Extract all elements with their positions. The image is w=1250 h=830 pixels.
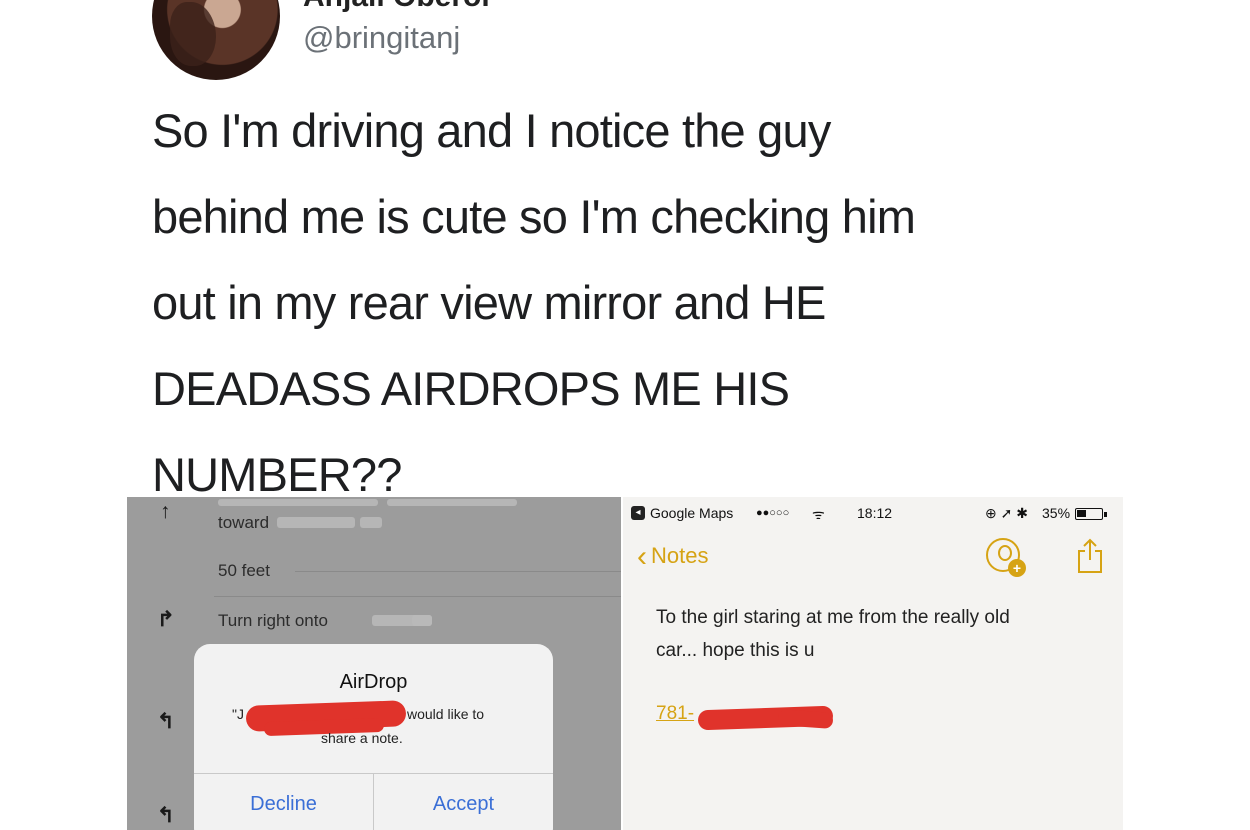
note-body[interactable]: To the girl staring at me from the reall… (656, 601, 1106, 667)
phone-number-link[interactable]: 781- (656, 703, 694, 725)
display-name[interactable]: Anjali Oberoi (303, 0, 490, 14)
location-icon: ⊕ ➚ ✱ (985, 505, 1028, 521)
share-icon[interactable] (1076, 538, 1104, 574)
arrow-up-icon: ↑ (160, 500, 171, 523)
airdrop-message-end: share a note. (321, 730, 403, 746)
turn-left-icon: ↰ (157, 710, 175, 733)
tweet-line: So I'm driving and I notice the guy (152, 104, 831, 157)
tweet-line: out in my rear view mirror and HE (152, 276, 826, 329)
divider (214, 596, 621, 597)
tweet-line: DEADASS AIRDROPS ME HIS (152, 362, 790, 415)
status-time: 18:12 (857, 505, 893, 521)
status-back-app[interactable]: Google Maps (650, 505, 733, 521)
back-button[interactable]: ‹ Notes (637, 540, 708, 574)
chevron-left-icon: ‹ (637, 540, 647, 573)
maps-screenshot: ↑ toward 50 feet ↱ Turn right onto ↰ ↰ A… (127, 497, 621, 830)
back-label: Notes (651, 543, 709, 568)
airdrop-title: AirDrop (339, 671, 408, 693)
blurred-text (387, 499, 517, 506)
tweet-line: behind me is cute so I'm checking him (152, 190, 916, 243)
back-to-app-icon[interactable]: ◂ (631, 506, 645, 520)
blurred-text (360, 517, 382, 528)
turn-left-icon: ↰ (157, 804, 175, 827)
nav-row-text: toward (218, 513, 270, 532)
signal-icon: ●●○○○ (756, 507, 790, 519)
battery-percent: 35% (1042, 505, 1071, 521)
tweet-text: So I'm driving and I notice the guy behi… (152, 88, 1152, 518)
blurred-text (412, 615, 432, 626)
blurred-text (277, 517, 355, 528)
note-line: car... hope this is u (656, 640, 815, 661)
battery-icon (1075, 508, 1107, 520)
blurred-text (218, 499, 378, 506)
accept-button[interactable]: Accept (374, 793, 553, 816)
wifi-icon: ᯤ (812, 506, 825, 522)
decline-button[interactable]: Decline (194, 793, 373, 816)
airdrop-message-mid: would like to (407, 706, 485, 722)
note-line: To the girl staring at me from the reall… (656, 607, 1010, 628)
handle[interactable]: @bringitanj (303, 20, 460, 56)
turn-right-icon: ↱ (157, 608, 175, 631)
plus-badge-icon: + (1008, 559, 1026, 577)
divider (295, 571, 621, 572)
airdrop-message-start: "J (232, 706, 244, 722)
nav-row-text: Turn right onto (218, 611, 328, 630)
nav-distance: 50 feet (218, 561, 270, 580)
notes-screenshot: ◂ Google Maps ●●○○○ ᯤ 18:12 ⊕ ➚ ✱ 35% ‹ N… (623, 497, 1123, 830)
airdrop-dialog: AirDrop "J would like to share a note. D… (194, 644, 553, 830)
avatar[interactable] (152, 0, 280, 80)
